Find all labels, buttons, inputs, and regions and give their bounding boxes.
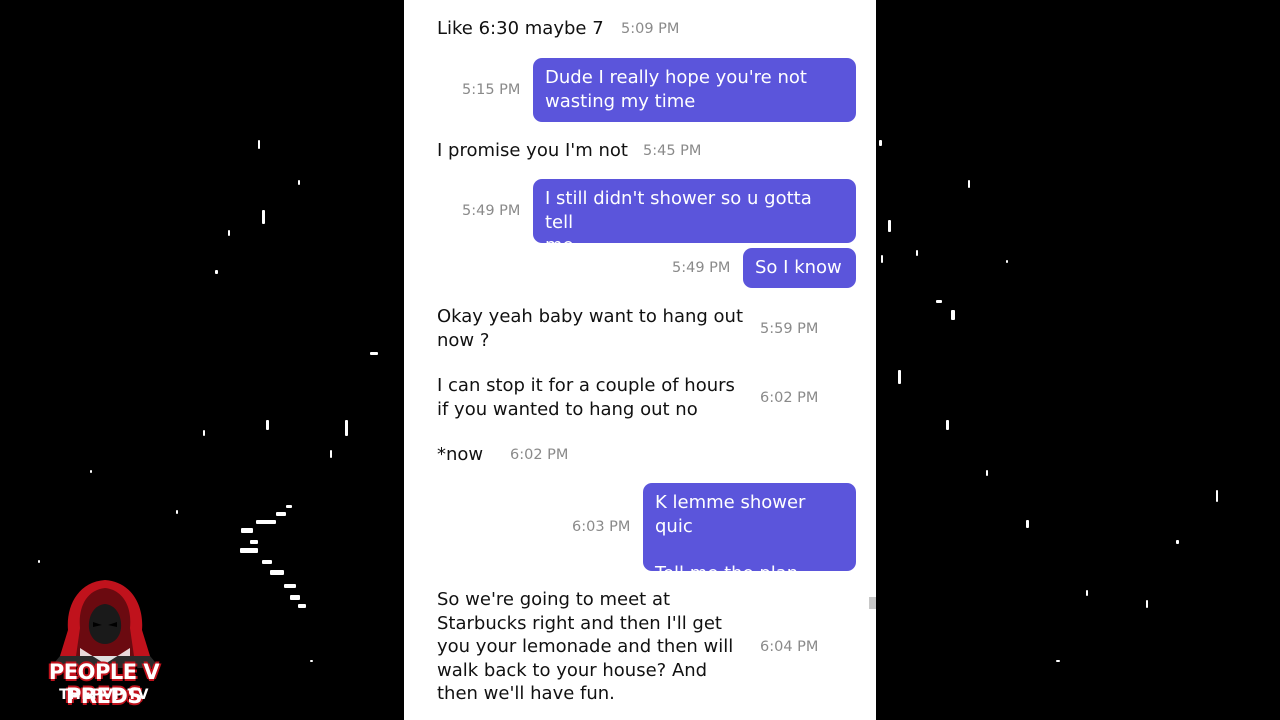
message-incoming: So we're going to meet at Starbucks righ… [437, 588, 733, 706]
message-timestamp: 5:15 PM [462, 82, 521, 98]
message-timestamp: 5:49 PM [672, 260, 731, 276]
message-timestamp: 6:03 PM [572, 519, 631, 535]
logo-subtitle: THEPVP.TV [59, 687, 149, 703]
message-incoming: Like 6:30 maybe 7 [437, 17, 604, 41]
message-incoming: *now [437, 443, 483, 467]
message-incoming: Okay yeah baby want to hang out now ? [437, 305, 743, 352]
message-text: *now [437, 444, 484, 465]
scrollbar-thumb[interactable] [869, 597, 876, 609]
message-outgoing-bubble: I still didn't shower so u gotta tell me [533, 179, 856, 256]
message-outgoing-bubble: So I know [743, 248, 856, 288]
message-timestamp: 5:45 PM [643, 143, 702, 159]
message-incoming: I can stop it for a couple of hours if y… [437, 374, 735, 421]
message-outgoing-bubble: K lemme shower quic Tell me the plan [643, 483, 856, 584]
message-timestamp: 6:02 PM [510, 447, 569, 463]
message-text: Like 6:30 maybe 7 [437, 18, 604, 39]
message-text: So we're going to meet at Starbucks righ… [437, 589, 734, 704]
message-incoming: I promise you I'm not [437, 139, 628, 163]
message-text: Okay yeah baby want to hang out now ? [437, 306, 744, 351]
background-texture-right [876, 0, 1280, 720]
message-text: I promise you I'm not [437, 140, 628, 161]
message-timestamp: 5:59 PM [760, 321, 819, 337]
message-timestamp: 5:49 PM [462, 203, 521, 219]
message-timestamp: 6:02 PM [760, 390, 819, 406]
message-timestamp: 6:04 PM [760, 639, 819, 655]
channel-logo: PEOPLE V PREDS THEPVP.TV [20, 578, 190, 708]
hooded-figure-icon [50, 580, 160, 668]
message-text: I can stop it for a couple of hours if y… [437, 375, 735, 420]
video-frame: Like 6:30 maybe 7 5:09 PM 5:15 PM Dude I… [0, 0, 1280, 720]
message-outgoing-bubble: Dude I really hope you're not wasting my… [533, 58, 856, 122]
message-timestamp: 5:09 PM [621, 21, 680, 37]
chat-panel[interactable]: Like 6:30 maybe 7 5:09 PM 5:15 PM Dude I… [404, 0, 876, 720]
